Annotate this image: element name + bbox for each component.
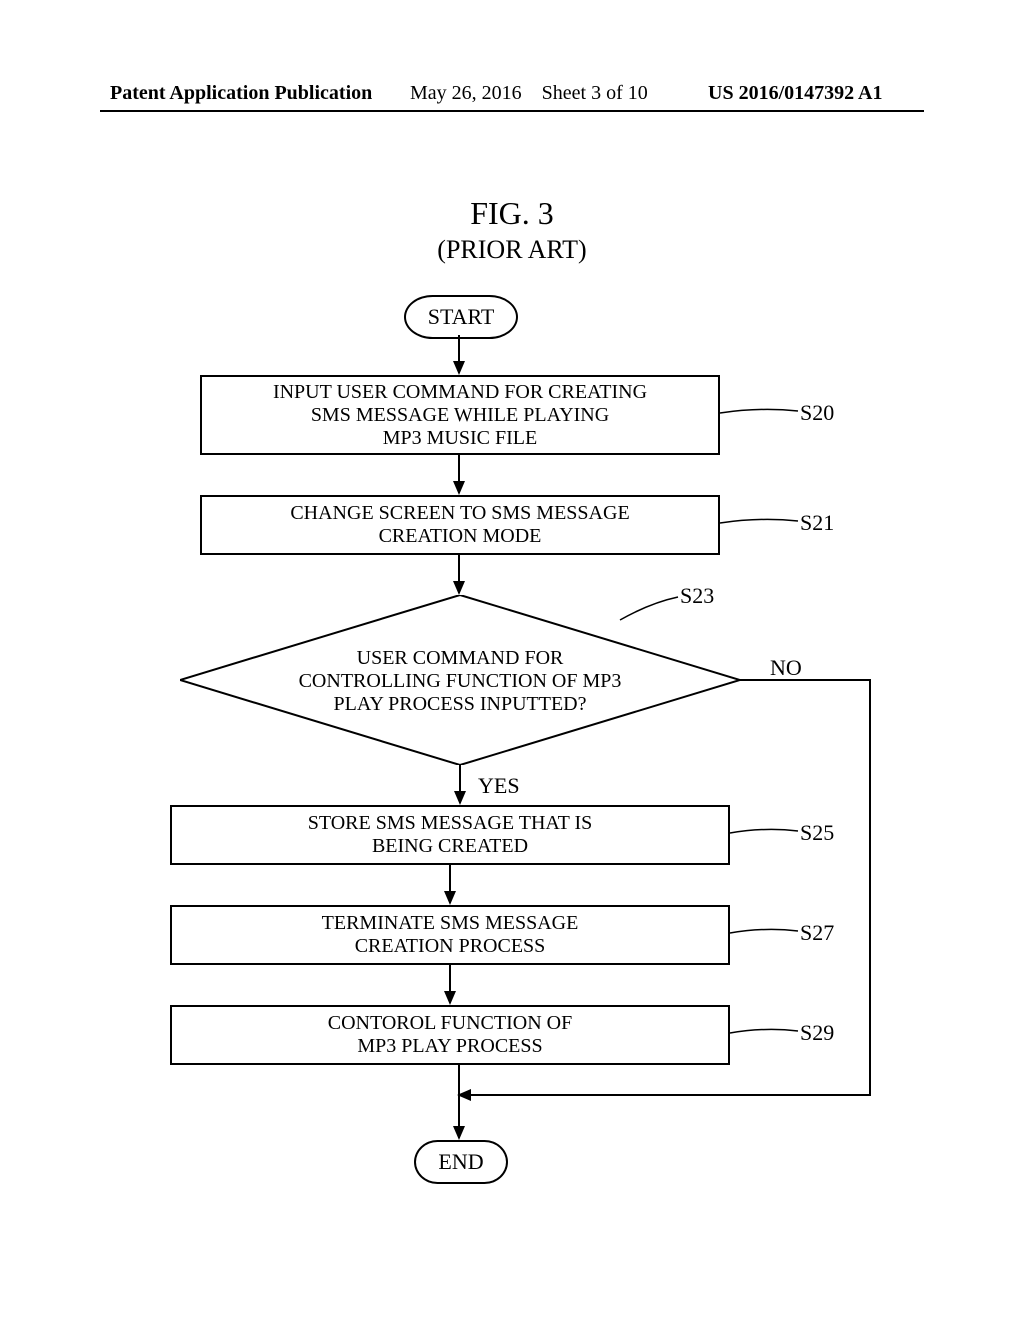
header-sheet: Sheet 3 of 10 [542,82,648,104]
start-terminator: START [404,295,518,339]
decision-yes-label: YES [478,773,520,799]
step-s20-text: INPUT USER COMMAND FOR CREATING SMS MESS… [273,381,647,450]
end-label: END [438,1142,483,1182]
figure-title: FIG. 3 [0,195,1024,232]
step-s20-label: S20 [800,400,834,426]
end-terminator: END [414,1140,508,1184]
step-s25-label: S25 [800,820,834,846]
header-rule [100,110,924,112]
step-s21-text: CHANGE SCREEN TO SMS MESSAGE CREATION MO… [290,502,629,548]
step-s25-text: STORE SMS MESSAGE THAT IS BEING CREATED [308,812,593,858]
flowchart: START INPUT USER COMMAND FOR CREATING SM… [0,285,1024,1285]
header-left: Patent Application Publication [110,82,372,105]
header-right: US 2016/0147392 A1 [708,82,882,105]
step-s20: INPUT USER COMMAND FOR CREATING SMS MESS… [200,375,720,455]
step-s29-label: S29 [800,1020,834,1046]
start-label: START [428,297,495,337]
figure-subtitle: (PRIOR ART) [0,235,1024,265]
step-s29-text: CONTOROL FUNCTION OF MP3 PLAY PROCESS [328,1012,572,1058]
step-s27-label: S27 [800,920,834,946]
decision-s23-label: S23 [680,583,714,609]
step-s29: CONTOROL FUNCTION OF MP3 PLAY PROCESS [170,1005,730,1065]
decision-s23: USER COMMAND FOR CONTROLLING FUNCTION OF… [180,595,740,765]
step-s27-text: TERMINATE SMS MESSAGE CREATION PROCESS [322,912,579,958]
step-s27: TERMINATE SMS MESSAGE CREATION PROCESS [170,905,730,965]
step-s21-label: S21 [800,510,834,536]
step-s21: CHANGE SCREEN TO SMS MESSAGE CREATION MO… [200,495,720,555]
step-s25: STORE SMS MESSAGE THAT IS BEING CREATED [170,805,730,865]
header-date: May 26, 2016 [410,82,522,104]
decision-no-label: NO [770,655,802,681]
header-mid: May 26, 2016 Sheet 3 of 10 [410,82,648,105]
decision-s23-text: USER COMMAND FOR CONTROLLING FUNCTION OF… [180,647,740,716]
